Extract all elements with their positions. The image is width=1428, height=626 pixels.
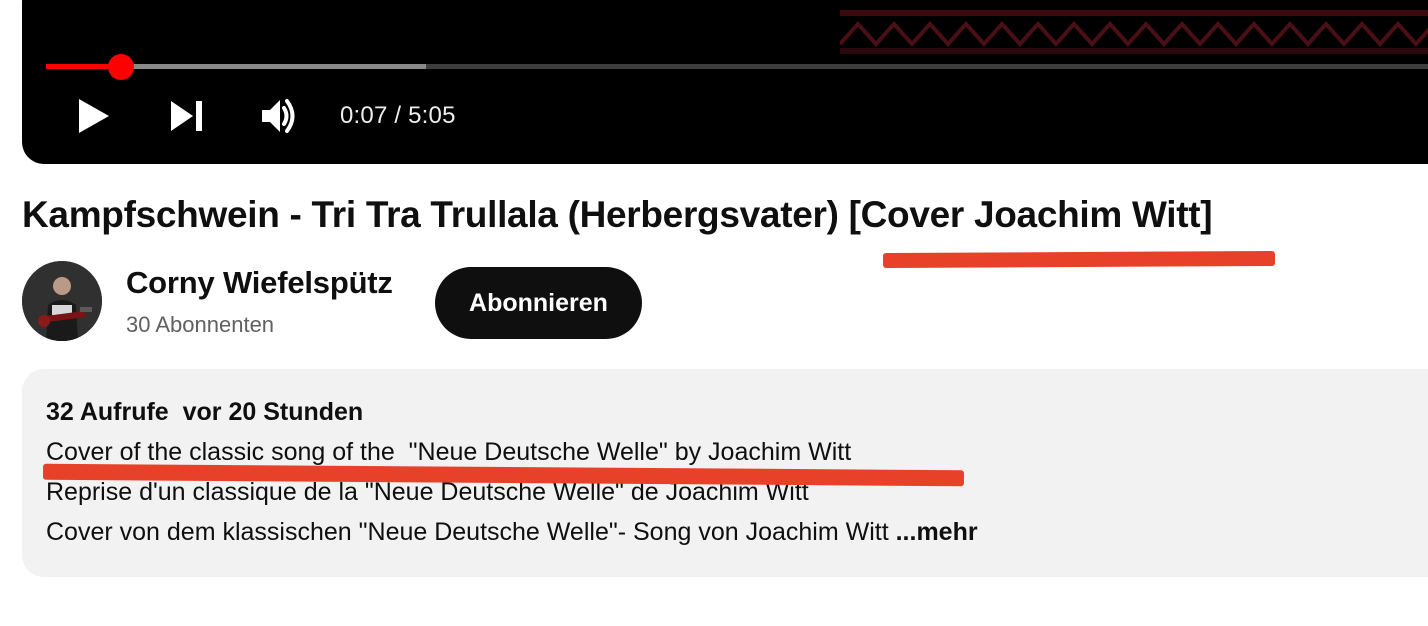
next-icon — [171, 101, 202, 131]
play-button[interactable] — [74, 94, 114, 138]
play-icon — [79, 99, 109, 133]
show-more-link[interactable]: ...mehr — [896, 518, 978, 546]
video-frame-artwork — [840, 10, 1428, 54]
progress-scrubber[interactable] — [107, 53, 134, 80]
subscriber-count: 30 Abonnenten — [126, 312, 275, 337]
subscribe-button[interactable]: Abonnieren — [435, 267, 642, 339]
time-display: 0:07 / 5:05 — [340, 102, 456, 129]
volume-button[interactable] — [258, 94, 302, 138]
volume-icon — [262, 99, 295, 133]
video-title: Kampfschwein - Tri Tra Trullala (Herberg… — [22, 194, 1213, 235]
description-line-en: Cover of the classic song of the "Neue D… — [46, 438, 852, 466]
channel-name[interactable]: Corny Wiefelspütz — [126, 265, 393, 301]
next-button[interactable] — [166, 94, 208, 138]
description-line-de-text: Cover von dem klassischen "Neue Deutsche… — [46, 518, 896, 546]
view-count-and-date: 32 Aufrufe vor 20 Stunden — [46, 398, 364, 426]
video-player[interactable]: 0:07 / 5:05 — [22, 0, 1428, 164]
avatar-image — [22, 261, 102, 341]
description-line-de: Cover von dem klassischen "Neue Deutsche… — [46, 518, 978, 547]
channel-avatar[interactable] — [22, 261, 102, 341]
progress-bar[interactable] — [46, 53, 1428, 80]
annotation-underline-title — [882, 250, 1276, 269]
